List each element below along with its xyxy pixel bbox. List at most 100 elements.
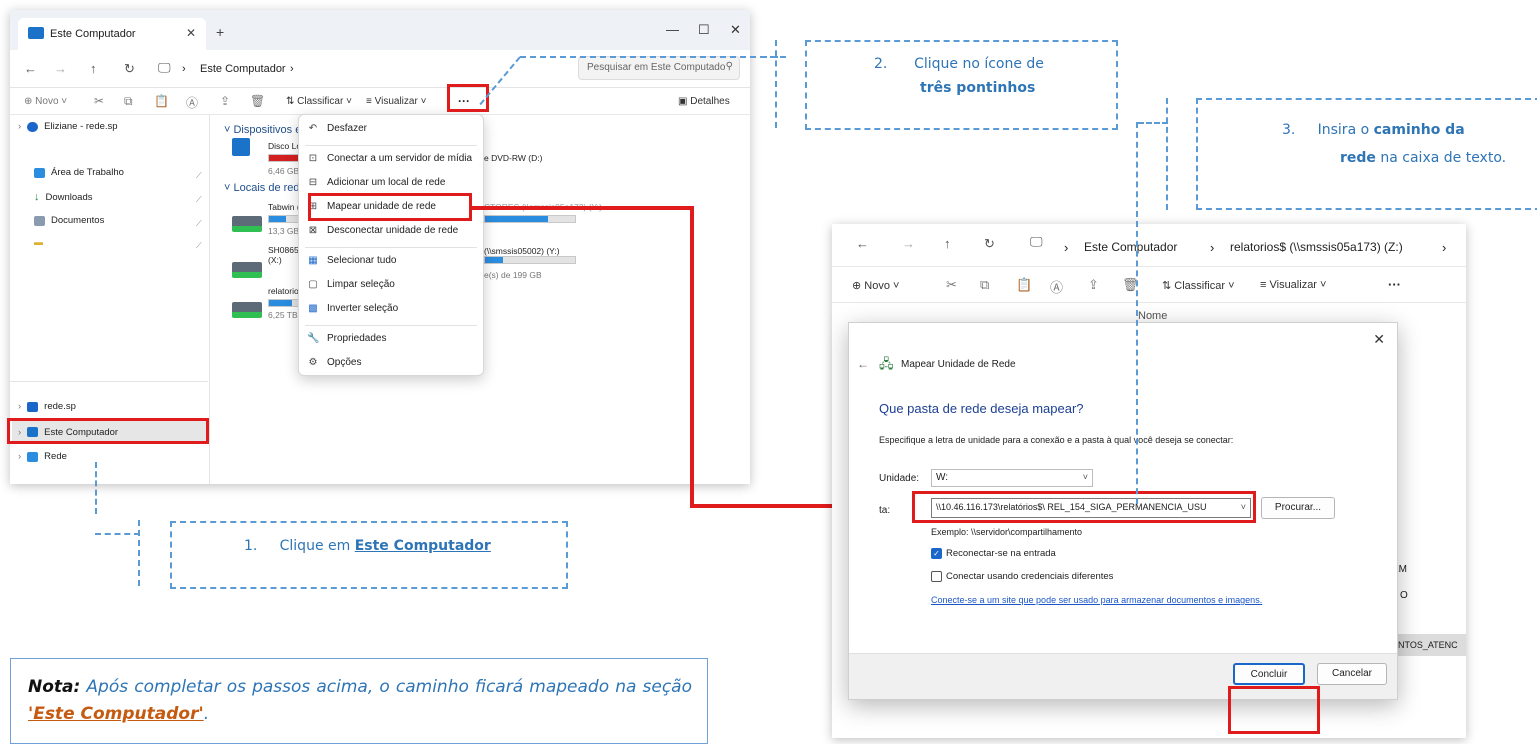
folder-icon: ▬ [34, 237, 43, 247]
copy-icon[interactable]: ⧉ [124, 94, 133, 109]
new-tab-icon[interactable]: + [216, 24, 224, 40]
paste-icon[interactable]: 📋 [1016, 277, 1032, 293]
breadcrumb-relatorios[interactable]: relatorios$ (\\smssis05a173) (Z:) [1230, 240, 1403, 254]
callout-1-connector [138, 520, 140, 586]
breadcrumb-este-computador[interactable]: Este Computador [1084, 240, 1177, 254]
callout-step-2-text: 2. Clique no ícone de [874, 56, 1044, 72]
menu-separator [305, 145, 477, 146]
media-server-icon: ⊡ [308, 153, 318, 164]
menu-item-disconnect-drive[interactable]: ⊠ Desconectar unidade de rede [307, 225, 458, 236]
details-button[interactable]: ▣ Detalhes [678, 96, 730, 107]
sidebar-item-documents[interactable]: Documentos [34, 215, 104, 226]
share-icon[interactable]: ⇪ [220, 94, 230, 108]
refresh-icon[interactable]: ↻ [124, 61, 135, 77]
column-header-name[interactable]: Nome [1138, 310, 1167, 322]
drive-label: Unidade: [879, 473, 920, 484]
add-network-location-icon: ⊟ [308, 177, 318, 188]
menu-item-media-server[interactable]: ⊡ Conectar a um servidor de mídia [307, 153, 472, 164]
breadcrumb[interactable]: Este Computador [200, 63, 286, 75]
pin-icon: ⟋ [196, 171, 202, 180]
view-button[interactable]: ≡ Visualizar ˅ [366, 96, 426, 107]
undo-icon: ↶ [308, 123, 318, 134]
menu-item-options[interactable]: ⚙ Opções [307, 357, 362, 368]
drive-free-space: e(s) de 199 GB [484, 270, 542, 280]
connector-arrow [690, 206, 694, 508]
reconnect-checkbox[interactable]: ✓ Reconectar-se na entrada [931, 548, 1056, 559]
copy-icon[interactable]: ⧉ [980, 277, 989, 293]
example-text: Exemplo: \\servidor\compartilhamento [931, 527, 1083, 537]
sidebar-item-downloads[interactable]: ↓ Downloads [34, 191, 93, 203]
menu-separator [305, 325, 477, 326]
checkbox-unchecked-icon [931, 571, 942, 582]
close-window-icon[interactable]: ✕ [730, 22, 741, 38]
minimize-icon[interactable]: — [666, 22, 679, 37]
menu-item-undo[interactable]: ↶ Desfazer [307, 123, 367, 134]
refresh-icon[interactable]: ↻ [984, 236, 995, 252]
dialog-description: Especifique a letra de unidade para a co… [879, 435, 1234, 445]
breadcrumb-separator: › [182, 63, 186, 75]
bg-item: NTOS_ATENC [1398, 640, 1458, 650]
close-dialog-icon[interactable]: ✕ [1373, 331, 1385, 348]
dialog-heading: Que pasta de rede deseja mapear? [879, 401, 1084, 416]
forward-icon[interactable]: → [54, 61, 67, 76]
drive-usage-bar [484, 215, 576, 223]
back-icon[interactable]: ← [857, 357, 869, 371]
paste-icon[interactable]: 📋 [154, 94, 169, 108]
view-button[interactable]: ≡ Visualizar ˅ [1260, 279, 1326, 291]
sidebar-divider [10, 381, 208, 382]
network-icon [27, 451, 39, 462]
callout-3-connector [1136, 122, 1138, 504]
menu-item-select-all[interactable]: ▦ Selecionar tudo [307, 255, 396, 266]
new-button[interactable]: ⊕ Novo ˅ [24, 96, 67, 107]
cut-icon[interactable]: ✂ [94, 94, 104, 108]
section-network-locations[interactable]: ˅ Locais de rede [224, 182, 306, 194]
forward-icon[interactable]: → [902, 236, 915, 251]
sidebar-item-eliziane[interactable]: › Eliziane - rede.sp [18, 121, 118, 132]
up-icon[interactable]: ↑ [90, 61, 97, 76]
cut-icon[interactable]: ✂ [946, 277, 957, 293]
storage-site-link[interactable]: Conecte-se a um site que pode ser usado … [931, 595, 1262, 605]
menu-item-add-network-location[interactable]: ⊟ Adicionar um local de rede [307, 177, 446, 188]
delete-icon[interactable]: 🗑 [250, 94, 265, 108]
clear-selection-icon: ▢ [308, 279, 318, 290]
drive-select[interactable]: W: ˅ [931, 469, 1093, 487]
finish-button[interactable]: Concluir [1233, 663, 1305, 685]
highlight-map-drive [308, 193, 472, 221]
rename-icon[interactable]: Ⓐ [186, 94, 198, 111]
sidebar-item-rede[interactable]: › Rede [18, 451, 67, 462]
menu-item-invert-selection[interactable]: ▩ Inverter seleção [307, 303, 398, 314]
close-tab-icon[interactable]: ✕ [186, 26, 196, 40]
callout-step-3-text-2: rede na caixa de texto. [1340, 150, 1507, 166]
back-icon[interactable]: ← [856, 236, 869, 251]
search-input[interactable]: Pesquisar em Este Computado ⚲ [578, 56, 740, 80]
callout-step-2-bold: três pontinhos [920, 80, 1036, 96]
sort-button[interactable]: ⇅ Classificar ˅ [1162, 279, 1235, 292]
breadcrumb-separator: › [1442, 240, 1447, 255]
maximize-icon[interactable]: ☐ [698, 22, 710, 38]
dvd-drive-label: e DVD-RW (D:) [484, 153, 543, 163]
tab-este-computador[interactable]: Este Computador ✕ [18, 18, 206, 50]
search-icon: ⚲ [725, 61, 733, 72]
sort-button[interactable]: ⇅ Classificar ˅ [286, 96, 352, 107]
callout-step-1 [170, 521, 568, 589]
menu-item-properties[interactable]: 🔧 Propriedades [307, 333, 386, 344]
new-button[interactable]: ⊕ Novo ˅ [852, 279, 899, 292]
back-icon[interactable]: ← [24, 61, 37, 76]
properties-icon: 🔧 [307, 333, 320, 344]
browse-button[interactable]: Procurar... [1261, 497, 1335, 519]
dialog-title: Mapear Unidade de Rede [901, 359, 1016, 370]
sidebar-item-desktop[interactable]: Área de Trabalho [34, 167, 124, 178]
rename-icon[interactable]: Ⓐ [1050, 277, 1063, 296]
more-options-button[interactable]: ··· [1388, 277, 1401, 292]
highlight-finish-button [1228, 686, 1320, 734]
share-icon[interactable]: ⇪ [1088, 277, 1099, 293]
highlight-este-computador [7, 418, 209, 444]
menu-item-clear-selection[interactable]: ▢ Limpar seleção [307, 279, 395, 290]
callout-1-connector [95, 533, 140, 535]
credentials-checkbox[interactable]: Conectar usando credenciais diferentes [931, 571, 1113, 582]
sidebar-item-rede-sp[interactable]: › rede.sp [18, 401, 76, 412]
breadcrumb-separator: › [1210, 240, 1215, 255]
chevron-down-icon: ˅ [1082, 472, 1088, 482]
up-icon[interactable]: ↑ [944, 236, 951, 251]
cancel-button[interactable]: Cancelar [1317, 663, 1387, 685]
